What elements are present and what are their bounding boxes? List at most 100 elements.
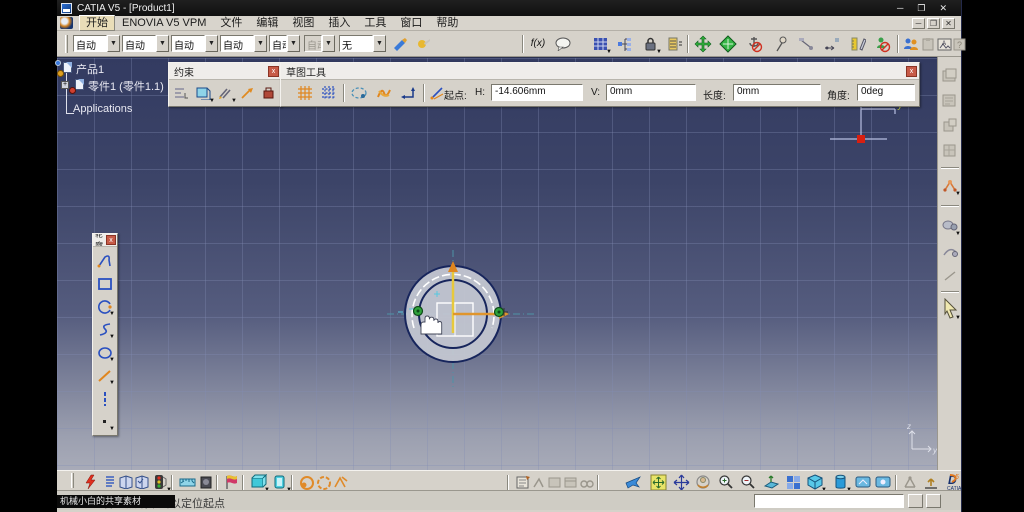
tree-node-part[interactable]: + 零件1 (零件1.1)	[61, 77, 164, 94]
datum-points-icon[interactable]	[822, 34, 842, 54]
hierarchy-icon[interactable]	[615, 34, 635, 54]
normal-view-icon[interactable]	[761, 472, 781, 492]
menu-window[interactable]: 窗口	[393, 16, 429, 30]
publish-icon[interactable]	[921, 472, 941, 492]
pin-icon[interactable]	[771, 34, 791, 54]
spline-tool-icon[interactable]: ▼	[95, 318, 115, 341]
mdi-minimize-button[interactable]: ─	[912, 17, 925, 29]
length-input[interactable]: 0mm	[733, 84, 821, 101]
spreadsheet-icon[interactable]: ▼	[590, 34, 612, 55]
expand-toggle[interactable]: +	[61, 81, 69, 89]
reactions-icon[interactable]: ▼	[150, 472, 172, 493]
sketch-analysis-icon[interactable]: ▼	[940, 215, 961, 237]
anchor-constraint-icon[interactable]	[259, 83, 279, 103]
status-button-1[interactable]	[908, 494, 923, 508]
move-elements-icon[interactable]	[693, 34, 713, 54]
snap-to-point-icon[interactable]	[319, 83, 339, 103]
auto-combo-3[interactable]: 自动 ▼	[171, 35, 218, 52]
none-combo[interactable]: 无 ▼	[339, 35, 386, 52]
select-arrow-icon[interactable]: ▼	[940, 298, 961, 321]
toolbar-grip[interactable]	[65, 35, 68, 53]
sketch-viewport[interactable]: x y z y	[57, 57, 938, 470]
sketch-solving-status-icon[interactable]	[940, 241, 960, 261]
auto-combo-5[interactable]: 自动▼	[269, 35, 300, 52]
menu-edit[interactable]: 编辑	[249, 16, 285, 30]
rectangle-tool-icon[interactable]	[95, 272, 115, 295]
menu-view[interactable]: 视图	[285, 16, 321, 30]
profile-tool-icon[interactable]	[95, 249, 115, 272]
maximize-button[interactable]: ❐	[917, 3, 925, 14]
zoom-in-icon[interactable]	[716, 472, 736, 492]
comment-icon[interactable]	[553, 34, 573, 54]
sketch-tools-close-button[interactable]: x	[906, 65, 917, 77]
status-button-2[interactable]	[926, 494, 941, 508]
power-input-field[interactable]	[754, 494, 904, 508]
hide-show-icon[interactable]	[853, 472, 873, 492]
dimensional-constraints-icon[interactable]	[399, 83, 419, 103]
constraint-diagnostic-icon[interactable]	[331, 472, 351, 492]
link-node-icon[interactable]	[796, 34, 816, 54]
measure-inertia-icon[interactable]	[196, 472, 216, 492]
fix-together-icon[interactable]: ▼	[215, 83, 237, 104]
menu-insert[interactable]: 插入	[321, 16, 357, 30]
constraints-close-button[interactable]: x	[268, 65, 279, 77]
auto-combo-4[interactable]: 自动 ▼	[220, 35, 267, 52]
measure-icon[interactable]	[177, 472, 197, 492]
constraint-dialog-icon[interactable]	[171, 83, 191, 103]
snap-diamond-icon[interactable]	[718, 34, 738, 54]
menu-start[interactable]: 开始	[79, 15, 115, 31]
fit-all-in-icon[interactable]	[648, 472, 668, 492]
line-tool-icon-profile[interactable]: ▼	[95, 364, 115, 387]
minimize-button[interactable]: ─	[897, 3, 903, 14]
constraint-creation-icon[interactable]: ▼	[940, 175, 961, 197]
mdi-restore-button[interactable]: ❐	[927, 17, 940, 29]
construction-elements-icon[interactable]	[349, 83, 369, 103]
tree-node-product[interactable]: 产品1	[55, 60, 164, 77]
h-input[interactable]: -14.606mm	[491, 84, 583, 101]
mdi-close-button[interactable]: ✕	[942, 17, 955, 29]
tree-node-applications[interactable]: Applications	[73, 100, 164, 117]
multi-view-icon[interactable]	[783, 472, 803, 492]
ruler-pen-icon[interactable]	[848, 34, 868, 54]
menu-tools[interactable]: 工具	[357, 16, 393, 30]
auto-combo-2[interactable]: 自动 ▼	[122, 35, 169, 52]
wash-paint-icon[interactable]	[413, 34, 433, 54]
menu-help[interactable]: 帮助	[429, 16, 465, 30]
ellipse-tool-icon[interactable]: ▼	[95, 341, 115, 364]
user-disabled-icon[interactable]	[872, 34, 892, 54]
compass-origin[interactable]	[857, 135, 865, 143]
circle-tool-icon[interactable]: ▼	[95, 295, 115, 318]
coincidence-symbol-left[interactable]	[412, 305, 424, 317]
profile-close-button[interactable]: x	[106, 235, 116, 245]
wizard-flag-icon[interactable]	[222, 472, 242, 492]
formula-icon[interactable]: f(x)	[528, 34, 548, 54]
anchor-disabled-icon[interactable]	[744, 34, 764, 54]
point-tool-icon[interactable]: ▼	[95, 410, 115, 433]
constraints-title-bar[interactable]: 约束 x	[169, 63, 281, 80]
contact-constraint-icon[interactable]: ▼	[193, 83, 215, 104]
profile-title-bar[interactable]: 轮廓 x	[93, 234, 117, 247]
swap-space-icon[interactable]	[873, 472, 893, 492]
exit-workbench-icon[interactable]: ▼	[248, 472, 270, 493]
grid-icon[interactable]	[295, 83, 315, 103]
paintbrush-icon[interactable]	[391, 34, 411, 54]
iso-view-icon[interactable]: ▼	[805, 472, 827, 493]
plane-compass[interactable]	[830, 103, 896, 143]
list-equals-icon[interactable]	[665, 34, 685, 54]
axis-tool-icon[interactable]	[95, 387, 115, 410]
sketch-tools-title-bar[interactable]: 草图工具 x	[281, 63, 919, 80]
checks-book-icon[interactable]	[132, 472, 152, 492]
menu-enovia[interactable]: ENOVIA V5 VPM	[115, 16, 213, 30]
fly-mode-icon[interactable]	[623, 472, 643, 492]
auto-combo-1[interactable]: 自动 ▼	[73, 35, 120, 52]
pan-icon[interactable]	[671, 472, 691, 492]
v-input[interactable]: 0mm	[606, 84, 696, 101]
close-button[interactable]: ✕	[939, 3, 947, 14]
update-icon[interactable]	[81, 472, 101, 492]
geometrical-constraints-icon[interactable]	[374, 83, 394, 103]
sketch-exit-icon[interactable]: ▼	[270, 472, 292, 493]
auto-constraint-icon[interactable]	[237, 83, 257, 103]
zoom-out-icon[interactable]	[738, 472, 758, 492]
rotate-icon[interactable]	[693, 472, 713, 492]
lock-icon[interactable]: ▼	[640, 34, 662, 55]
